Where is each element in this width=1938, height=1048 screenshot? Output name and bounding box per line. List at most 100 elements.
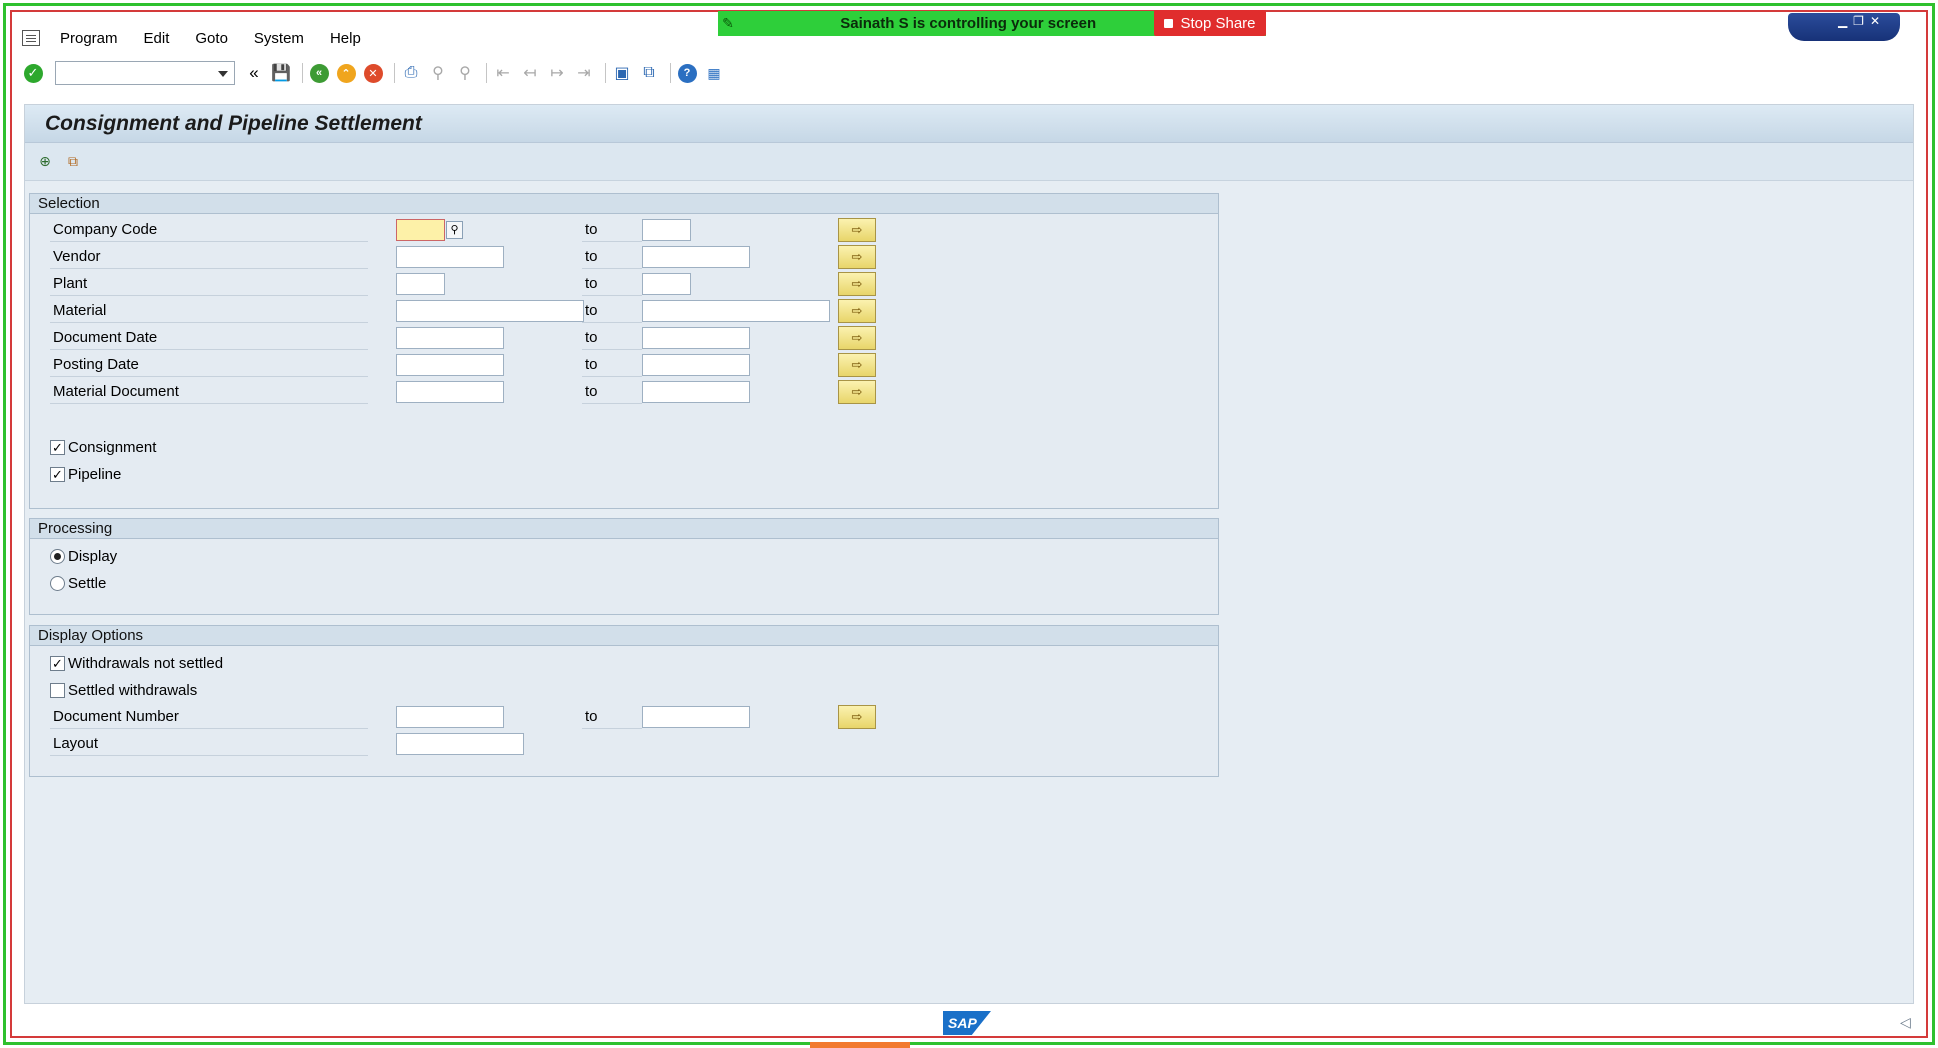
company-code-to-input[interactable]: [642, 219, 691, 241]
find-icon[interactable]: ⚲: [427, 62, 449, 84]
toolbar-separator: [486, 63, 487, 83]
application-toolbar: ⊕ ⧉: [25, 143, 1913, 181]
consignment-label: Consignment: [68, 438, 157, 456]
document-date-row: Document Date to ⇨: [50, 326, 1190, 350]
menu-system[interactable]: System: [254, 30, 304, 47]
material-to-input[interactable]: [642, 300, 830, 322]
first-page-icon[interactable]: ⇤: [492, 62, 514, 84]
minimize-icon[interactable]: ▁: [1838, 14, 1847, 28]
menu-program[interactable]: Program: [60, 30, 118, 47]
checkbox-box: [50, 682, 65, 698]
taskbar-highlight: [810, 1042, 910, 1048]
selection-group-header: Selection: [30, 194, 1218, 214]
display-options-group-header: Display Options: [30, 626, 1218, 646]
window-controls: ▁ ❐ ✕: [1788, 13, 1900, 41]
plant-from-input[interactable]: [396, 273, 445, 295]
get-variant-icon[interactable]: ⧉: [63, 152, 83, 172]
command-field[interactable]: [55, 61, 235, 85]
processing-group-header: Processing: [30, 519, 1218, 539]
print-icon[interactable]: ⎙: [400, 62, 422, 84]
plant-to-input[interactable]: [642, 273, 691, 295]
execute-icon[interactable]: ⊕: [35, 152, 55, 172]
processing-group: Processing Display Settle: [29, 518, 1219, 615]
toolbar-separator: [605, 63, 606, 83]
menu-edit[interactable]: Edit: [144, 30, 170, 47]
remote-control-icon: ✎: [722, 15, 734, 31]
to-label: to: [582, 705, 642, 729]
next-page-icon[interactable]: ↦: [546, 62, 568, 84]
vendor-from-input[interactable]: [396, 246, 504, 268]
collapse-command-icon[interactable]: «: [243, 62, 265, 84]
back-icon[interactable]: «: [308, 62, 330, 84]
to-label: to: [582, 218, 642, 242]
material-from-input[interactable]: [396, 300, 584, 322]
selection-group: Selection Company Code ⚲ to ⇨ Vendor to …: [29, 193, 1219, 509]
to-label: to: [582, 380, 642, 404]
checkbox-box: ✓: [50, 439, 65, 455]
multiple-selection-button[interactable]: ⇨: [838, 218, 876, 242]
menu-help[interactable]: Help: [330, 30, 361, 47]
layout-input[interactable]: [396, 733, 524, 755]
document-date-from-input[interactable]: [396, 327, 504, 349]
settled-withdrawals-label: Settled withdrawals: [68, 681, 198, 699]
layout-label: Layout: [50, 732, 368, 756]
material-document-from-input[interactable]: [396, 381, 504, 403]
to-label: to: [582, 299, 642, 323]
display-radio[interactable]: Display: [50, 545, 117, 567]
pipeline-checkbox[interactable]: ✓ Pipeline: [50, 463, 121, 485]
settled-withdrawals-checkbox[interactable]: Settled withdrawals: [50, 679, 197, 701]
radio-dot: [50, 548, 65, 564]
multiple-selection-button[interactable]: ⇨: [838, 705, 876, 729]
settle-radio[interactable]: Settle: [50, 572, 106, 594]
company-code-label: Company Code: [50, 218, 368, 242]
plant-label: Plant: [50, 272, 368, 296]
posting-date-row: Posting Date to ⇨: [50, 353, 1190, 377]
save-icon[interactable]: 💾: [270, 62, 292, 84]
cancel-icon[interactable]: ✕: [362, 62, 384, 84]
system-toolbar: ✓ « 💾 « ⌃ ✕ ⎙ ⚲ ⚲ ⇤ ↤ ↦ ⇥ ▣ ⧉ ? ▦: [22, 58, 730, 88]
status-bar-toggle-icon[interactable]: ◁: [1900, 1014, 1911, 1031]
search-help-icon[interactable]: ⚲: [446, 221, 463, 239]
new-session-icon[interactable]: ▣: [611, 62, 633, 84]
document-number-label: Document Number: [50, 705, 368, 729]
shortcut-icon[interactable]: ⧉: [638, 62, 660, 84]
stop-icon: [1164, 18, 1174, 28]
help-icon[interactable]: ?: [676, 62, 698, 84]
material-document-to-input[interactable]: [642, 381, 750, 403]
material-label: Material: [50, 299, 368, 323]
find-next-icon[interactable]: ⚲: [454, 62, 476, 84]
vendor-label: Vendor: [50, 245, 368, 269]
posting-date-to-input[interactable]: [642, 354, 750, 376]
multiple-selection-button[interactable]: ⇨: [838, 272, 876, 296]
document-date-to-input[interactable]: [642, 327, 750, 349]
prev-page-icon[interactable]: ↤: [519, 62, 541, 84]
multiple-selection-button[interactable]: ⇨: [838, 380, 876, 404]
withdrawals-not-settled-checkbox[interactable]: ✓ Withdrawals not settled: [50, 652, 223, 674]
enter-button[interactable]: ✓: [22, 62, 44, 84]
close-icon[interactable]: ✕: [1870, 14, 1880, 28]
multiple-selection-button[interactable]: ⇨: [838, 245, 876, 269]
multiple-selection-button[interactable]: ⇨: [838, 299, 876, 323]
restore-icon[interactable]: ❐: [1853, 14, 1864, 28]
posting-date-from-input[interactable]: [396, 354, 504, 376]
stop-share-button[interactable]: Stop Share: [1154, 10, 1266, 36]
radio-dot: [50, 575, 65, 591]
customize-layout-icon[interactable]: ▦: [703, 62, 725, 84]
last-page-icon[interactable]: ⇥: [573, 62, 595, 84]
document-number-from-input[interactable]: [396, 706, 504, 728]
company-code-from-input[interactable]: [396, 219, 445, 241]
system-menu-icon[interactable]: [22, 30, 40, 46]
vendor-to-input[interactable]: [642, 246, 750, 268]
to-label: to: [582, 245, 642, 269]
checkbox-box: ✓: [50, 466, 65, 482]
multiple-selection-button[interactable]: ⇨: [838, 326, 876, 350]
exit-icon[interactable]: ⌃: [335, 62, 357, 84]
document-number-to-input[interactable]: [642, 706, 750, 728]
withdrawals-not-settled-label: Withdrawals not settled: [68, 654, 224, 672]
menu-goto[interactable]: Goto: [195, 30, 228, 47]
toolbar-separator: [302, 63, 303, 83]
company-code-row: Company Code ⚲ to ⇨: [50, 218, 1190, 242]
consignment-checkbox[interactable]: ✓ Consignment: [50, 436, 156, 458]
material-document-row: Material Document to ⇨: [50, 380, 1190, 404]
multiple-selection-button[interactable]: ⇨: [838, 353, 876, 377]
